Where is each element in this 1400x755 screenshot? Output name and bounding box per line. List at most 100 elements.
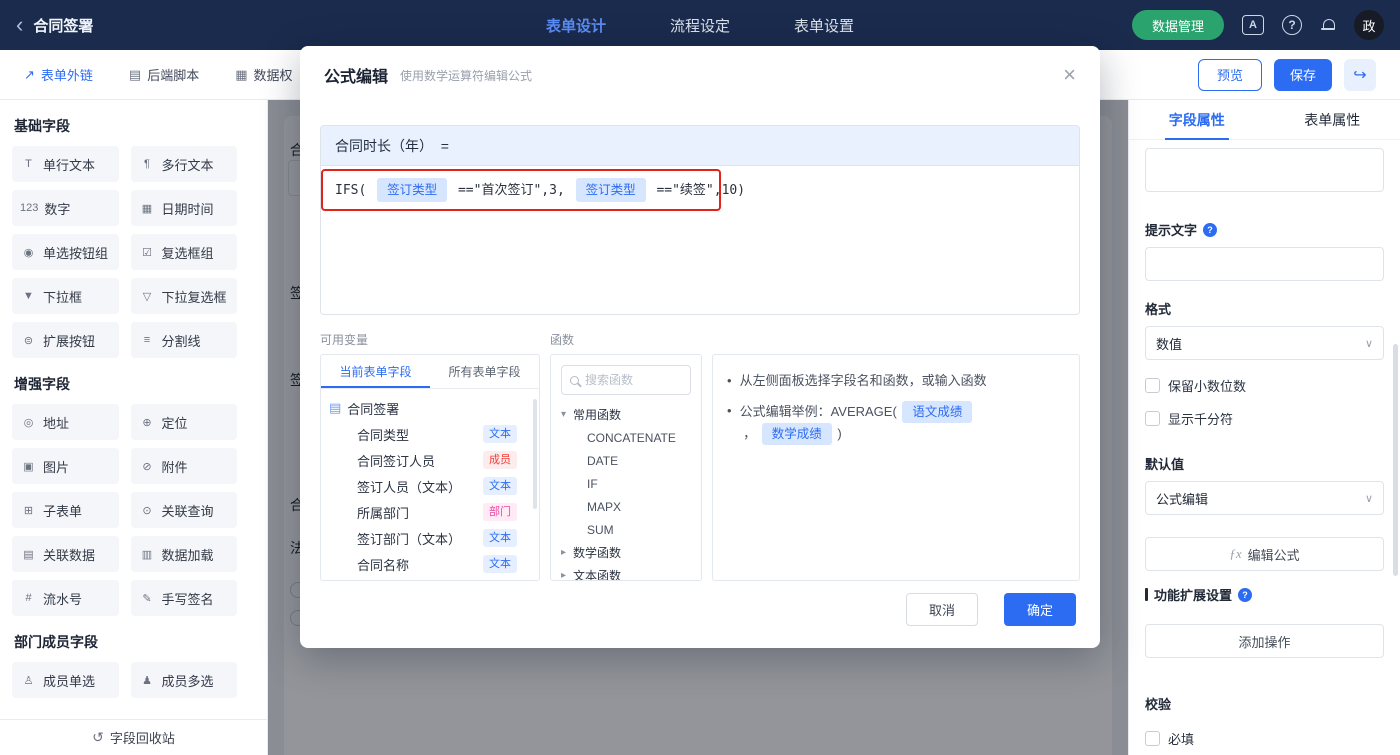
function-search-input[interactable]	[585, 373, 671, 387]
function-row[interactable]: CONCATENATE	[551, 426, 701, 449]
field-type-button[interactable]: ⊙ 关联查询	[130, 492, 237, 528]
confirm-button[interactable]: 确定	[1004, 593, 1076, 626]
field-type-button[interactable]: ◉ 单选按钮组	[12, 234, 119, 270]
field-type-button[interactable]: ▣ 图片	[12, 448, 119, 484]
default-value-select[interactable]: 公式编辑 ∨	[1145, 481, 1384, 515]
formula-token[interactable]: 签订类型	[377, 178, 448, 202]
checkbox-row[interactable]: 保留小数位数	[1145, 376, 1384, 395]
variable-row[interactable]: 合同签订人员 成员	[329, 447, 517, 473]
variable-name: 所属部门	[357, 505, 410, 521]
checkbox-label: 必填	[1168, 732, 1195, 747]
checkbox[interactable]	[1145, 731, 1160, 746]
field-recycle-bin[interactable]: ↺ 字段回收站	[0, 719, 267, 755]
cancel-button[interactable]: 取消	[906, 593, 978, 626]
help-icon[interactable]: ?	[1282, 15, 1302, 35]
field-type-button[interactable]: ▼ 下拉框	[12, 278, 119, 314]
field-type-button[interactable]: ≡ 分割线	[130, 322, 237, 358]
language-icon[interactable]: A	[1242, 15, 1264, 35]
chevron-icon: ▸	[561, 547, 567, 558]
field-type-button[interactable]: ☑ 复选框组	[130, 234, 237, 270]
field-type-button[interactable]: ◎ 地址	[12, 404, 119, 440]
field-type-button[interactable]: ⊕ 定位	[130, 404, 237, 440]
field-type-button[interactable]: 123 数字	[12, 190, 119, 226]
checkbox-row[interactable]: 必填	[1145, 729, 1384, 748]
function-row[interactable]: ▸ 数学函数	[551, 541, 701, 564]
default-value-label-text: 默认值	[1145, 457, 1185, 472]
toolbar-item[interactable]: ▦ 数据权	[235, 65, 292, 84]
share-icon[interactable]: ↪	[1344, 58, 1376, 91]
notification-bell-icon[interactable]	[1320, 17, 1336, 33]
field-type-button[interactable]: ▥ 数据加载	[130, 536, 237, 572]
nav-tab[interactable]: 表单设置	[794, 15, 854, 36]
function-tree: ▾ 常用函数 CONCATENATE DATE IF MAPX SUM ▸ 数学…	[551, 403, 701, 580]
variable-row[interactable]: 合同名称 文本	[329, 551, 517, 577]
field-type-button[interactable]: # 流水号	[12, 580, 119, 616]
scrollbar-thumb[interactable]	[533, 399, 537, 509]
function-row[interactable]: MAPX	[551, 495, 701, 518]
default-value-select-value: 公式编辑	[1156, 491, 1209, 507]
toolbar-item[interactable]: ↗ 表单外链	[24, 65, 93, 84]
format-select[interactable]: 数值 ∨	[1145, 326, 1384, 360]
checkbox-row[interactable]: 显示千分符	[1145, 409, 1384, 428]
field-type-button[interactable]: ¶ 多行文本	[130, 146, 237, 182]
toolbar-item-label: 表单外链	[40, 68, 93, 83]
field-type-button[interactable]: ♟ 成员多选	[130, 662, 237, 698]
formula-token[interactable]: =="首次签订",3,	[450, 183, 572, 198]
close-icon[interactable]: ×	[1063, 64, 1076, 86]
field-type-button[interactable]: ⊜ 扩展按钮	[12, 322, 119, 358]
variables-tab[interactable]: 当前表单字段	[321, 355, 430, 388]
avatar[interactable]: 政	[1354, 10, 1384, 40]
function-row[interactable]: ▾ 常用函数	[551, 403, 701, 426]
properties-tab[interactable]: 表单属性	[1265, 100, 1400, 139]
function-row[interactable]: IF	[551, 472, 701, 495]
function-row[interactable]: DATE	[551, 449, 701, 472]
formula-input-area[interactable]: IFS( 签订类型 =="首次签订",3, 签订类型 =="续签",10)	[321, 166, 1079, 314]
preview-button[interactable]: 预览	[1198, 58, 1262, 91]
formula-token[interactable]: =="续签",10)	[649, 183, 745, 198]
properties-tab[interactable]: 字段属性	[1129, 100, 1265, 139]
field-type-button[interactable]: T 单行文本	[12, 146, 119, 182]
field-type-button[interactable]: ♙ 成员单选	[12, 662, 119, 698]
function-row[interactable]: ▸ 文本函数	[551, 564, 701, 580]
formula-token[interactable]: IFS(	[335, 183, 374, 198]
variables-tab[interactable]: 所有表单字段	[430, 355, 539, 388]
format-label: 格式	[1145, 299, 1384, 318]
formula-token[interactable]: 签订类型	[575, 178, 646, 202]
field-type-button[interactable]: ▦ 日期时间	[130, 190, 237, 226]
hint-text-input[interactable]	[1145, 247, 1384, 281]
variable-row[interactable]: 合同类型 文本	[329, 421, 517, 447]
variable-type-tag: 文本	[483, 555, 517, 573]
chevron-icon: ▾	[561, 409, 567, 420]
field-type-button[interactable]: ⊘ 附件	[130, 448, 237, 484]
field-type-label: 单行文本	[43, 157, 96, 173]
variable-row[interactable]: 所属部门 部门	[329, 499, 517, 525]
validation-label-text: 校验	[1145, 697, 1172, 712]
scrollbar-thumb[interactable]	[1393, 344, 1398, 576]
field-type-button[interactable]: ✎ 手写签名	[130, 580, 237, 616]
field-type-label: 手写签名	[161, 591, 214, 607]
field-type-button[interactable]: ⊞ 子表单	[12, 492, 119, 528]
back-icon[interactable]: ‹	[16, 14, 23, 36]
modal-footer: 取消 确定	[906, 593, 1076, 626]
form-tree-root[interactable]: ▤ 合同签署	[329, 395, 517, 421]
variable-row[interactable]: 签订部门（文本） 文本	[329, 525, 517, 551]
field-type-button[interactable]: ▤ 关联数据	[12, 536, 119, 572]
question-icon[interactable]: ?	[1238, 587, 1253, 602]
toolbar-item[interactable]: ▤ 后端脚本	[129, 65, 199, 84]
checkbox[interactable]	[1145, 378, 1160, 393]
edit-formula-button[interactable]: ƒx 编辑公式	[1145, 537, 1384, 571]
field-type-label: 下拉复选框	[161, 289, 227, 305]
nav-tab[interactable]: 表单设计	[546, 15, 606, 36]
field-type-button[interactable]: ▽ 下拉复选框	[130, 278, 237, 314]
field-title-input[interactable]	[1145, 148, 1384, 192]
save-button[interactable]: 保存	[1274, 58, 1332, 91]
data-manage-button[interactable]: 数据管理	[1131, 10, 1224, 40]
variable-row[interactable]: 签订人员（文本） 文本	[329, 473, 517, 499]
field-type-icon: ▽	[142, 290, 152, 303]
default-value-label: 默认值	[1145, 454, 1384, 473]
add-action-button[interactable]: 添加操作	[1145, 624, 1384, 658]
nav-tab[interactable]: 流程设定	[670, 15, 730, 36]
question-icon[interactable]: ?	[1203, 222, 1218, 237]
function-row[interactable]: SUM	[551, 518, 701, 541]
checkbox[interactable]	[1145, 411, 1160, 426]
